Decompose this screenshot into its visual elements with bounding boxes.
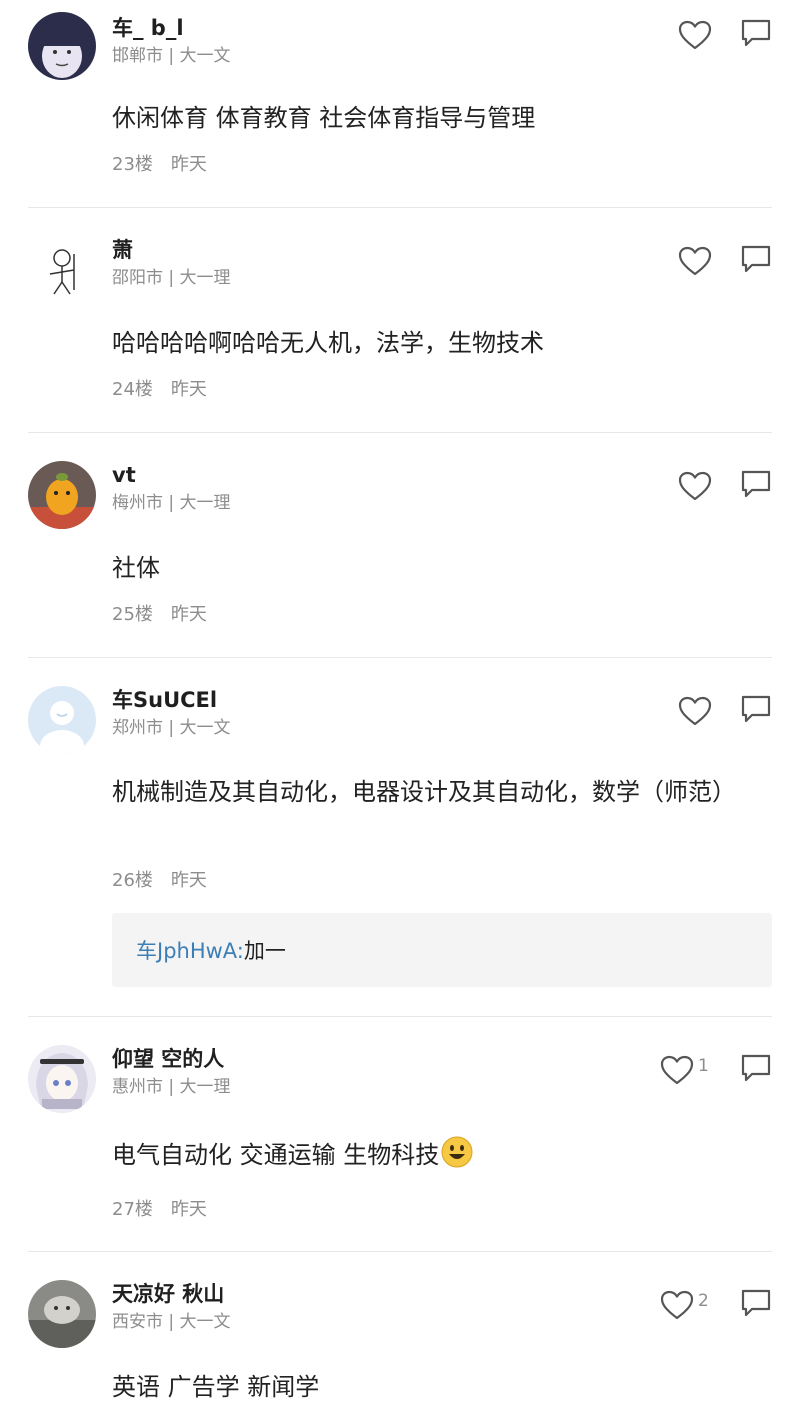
heart-icon	[660, 1055, 694, 1085]
like-button[interactable]	[678, 20, 712, 50]
comment-item: 车_ b_l 邯郸市 | 大一文 休闲体育 体育教育 社会体育指导与管理 23楼…	[0, 0, 800, 208]
smile-emoji-icon	[441, 1136, 473, 1168]
avatar[interactable]	[28, 686, 96, 754]
reply-button[interactable]	[740, 1288, 772, 1322]
reply-button[interactable]	[740, 18, 772, 52]
like-button[interactable]	[678, 246, 712, 276]
user-location: 西安市 | 大一文	[112, 1312, 231, 1332]
floor-number: 26楼	[112, 870, 153, 891]
floor-time: 23楼 昨天	[112, 152, 207, 178]
heart-icon	[678, 696, 712, 726]
avatar[interactable]	[28, 1280, 96, 1348]
post-time: 昨天	[170, 870, 207, 891]
comment-actions	[678, 694, 772, 728]
user-location: 梅州市 | 大一理	[112, 493, 231, 513]
comment-text: 机械制造及其自动化，电器设计及其自动化，数学（师范）	[112, 778, 736, 806]
comment-text: 社体	[112, 554, 160, 582]
reply-button[interactable]	[740, 1053, 772, 1087]
like-button[interactable]	[678, 696, 712, 726]
like-button[interactable]	[678, 471, 712, 501]
user-location: 邯郸市 | 大一文	[112, 46, 231, 66]
floor-number: 24楼	[112, 379, 153, 400]
username[interactable]: 车_ b_l	[112, 14, 231, 42]
comment-actions: 1	[660, 1053, 772, 1087]
floor-time: 24楼 昨天	[112, 377, 207, 403]
like-count: 2	[698, 1291, 709, 1311]
comment-feed: 车_ b_l 邯郸市 | 大一文 休闲体育 体育教育 社会体育指导与管理 23楼…	[0, 0, 800, 1407]
comment-text: 休闲体育 体育教育 社会体育指导与管理	[112, 104, 536, 132]
comment-item: 车SuUCEl 郑州市 | 大一文 机械制造及其自动化，电器设计及其自动化，数学…	[0, 658, 800, 1017]
user-location: 邵阳市 | 大一理	[112, 268, 231, 288]
reply-button[interactable]	[740, 244, 772, 278]
heart-icon	[660, 1290, 694, 1320]
username[interactable]: 天凉好 秋山	[112, 1280, 231, 1308]
user-location: 惠州市 | 大一理	[112, 1077, 231, 1097]
comment-header: 萧 邵阳市 | 大一理	[112, 236, 231, 290]
sub-reply-text: 加一	[243, 939, 286, 963]
post-time: 昨天	[170, 1199, 207, 1220]
comment-actions	[678, 244, 772, 278]
comment-item: 萧 邵阳市 | 大一理 哈哈哈哈啊哈哈无人机，法学，生物技术 24楼 昨天	[0, 208, 800, 433]
sub-reply[interactable]: 车JphHwA: 加一	[112, 913, 772, 987]
post-time: 昨天	[170, 379, 207, 400]
like-count: 1	[698, 1056, 709, 1076]
username[interactable]: vt	[112, 461, 231, 489]
comment-actions	[678, 469, 772, 503]
post-time: 昨天	[170, 154, 207, 175]
like-button[interactable]: 2	[660, 1290, 712, 1320]
username[interactable]: 仰望 空的人	[112, 1045, 231, 1073]
comment-text: 电气自动化 交通运输 生物科技	[112, 1135, 473, 1175]
reply-button[interactable]	[740, 469, 772, 503]
comment-bubble-icon	[741, 1054, 771, 1082]
floor-number: 25楼	[112, 604, 153, 625]
comment-bubble-icon	[741, 245, 771, 273]
heart-icon	[678, 471, 712, 501]
avatar[interactable]	[28, 234, 96, 302]
user-location: 郑州市 | 大一文	[112, 718, 231, 738]
floor-number: 23楼	[112, 154, 153, 175]
comment-bubble-icon	[741, 19, 771, 47]
comment-bubble-icon	[741, 470, 771, 498]
floor-time: 26楼 昨天	[112, 868, 207, 894]
floor-number: 27楼	[112, 1199, 153, 1220]
comment-bubble-icon	[741, 695, 771, 723]
reply-button[interactable]	[740, 694, 772, 728]
comment-header: 仰望 空的人 惠州市 | 大一理	[112, 1045, 231, 1099]
avatar[interactable]	[28, 1045, 96, 1113]
comment-header: 天凉好 秋山 西安市 | 大一文	[112, 1280, 231, 1334]
username[interactable]: 车SuUCEl	[112, 686, 231, 714]
heart-icon	[678, 20, 712, 50]
heart-icon	[678, 246, 712, 276]
comment-header: 车_ b_l 邯郸市 | 大一文	[112, 14, 231, 68]
floor-time: 27楼 昨天	[112, 1197, 207, 1223]
comment-header: vt 梅州市 | 大一理	[112, 461, 231, 515]
username[interactable]: 萧	[112, 236, 231, 264]
avatar[interactable]	[28, 461, 96, 529]
comment-item: 天凉好 秋山 西安市 | 大一文 2 英语 广告学 新闻学	[0, 1252, 800, 1407]
comment-bubble-icon	[741, 1289, 771, 1317]
comment-item: 仰望 空的人 惠州市 | 大一理 1 电气自动化 交通运输 生物科技 27楼 昨…	[0, 1017, 800, 1252]
floor-time: 25楼 昨天	[112, 602, 207, 628]
avatar[interactable]	[28, 12, 96, 80]
comment-actions	[678, 18, 772, 52]
sub-reply-username[interactable]: 车JphHwA:	[136, 935, 244, 965]
comment-item: vt 梅州市 | 大一理 社体 25楼 昨天	[0, 433, 800, 658]
comment-text-content: 电气自动化 交通运输 生物科技	[112, 1141, 440, 1169]
post-time: 昨天	[170, 604, 207, 625]
comment-header: 车SuUCEl 郑州市 | 大一文	[112, 686, 231, 740]
comment-text: 哈哈哈哈啊哈哈无人机，法学，生物技术	[112, 329, 544, 357]
comment-actions: 2	[660, 1288, 772, 1322]
comment-text: 英语 广告学 新闻学	[112, 1373, 320, 1401]
like-button[interactable]: 1	[660, 1055, 712, 1085]
